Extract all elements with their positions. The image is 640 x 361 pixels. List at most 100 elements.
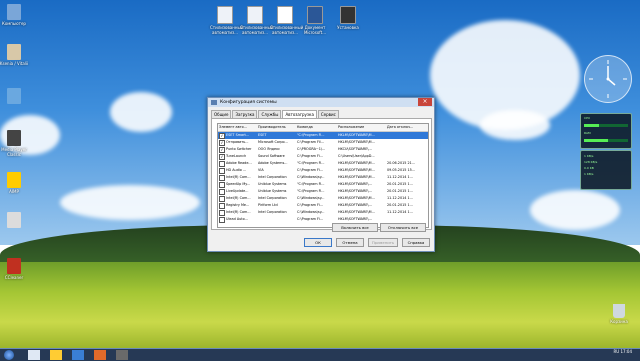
ram-label: RAM — [584, 131, 591, 135]
shortcut-icon — [7, 130, 21, 146]
column-header[interactable]: Расположение — [337, 124, 386, 131]
column-header[interactable]: Дата отключ... — [386, 124, 427, 131]
tab-Общие[interactable]: Общие — [211, 110, 232, 118]
table-row[interactable]: Adobe Reade... Adobe Systems... "C:\Progra… — [218, 160, 428, 167]
taskbar-app-button[interactable] — [116, 350, 128, 360]
table-cell: Registry Me... — [218, 202, 257, 209]
table-row[interactable]: ✓ ESET Smart... ESET "C:\Program Fi... HKLM\… — [218, 132, 428, 139]
tab-Службы[interactable]: Службы — [258, 110, 282, 118]
startup-item-name: Ulead Auto... — [226, 217, 248, 221]
table-row[interactable]: Registry Me... Piriform Ltd C:\Program Fi.… — [218, 202, 428, 209]
taskbar-app-button[interactable] — [72, 350, 84, 360]
desktop-shortcut[interactable]: Стилизованный автоматиз... — [270, 6, 303, 35]
desktop-shortcut[interactable]: Ksenia / Vitalii — [0, 44, 32, 66]
table-cell: HKLM\SOFTWARE\M... — [338, 133, 375, 137]
startup-checkbox[interactable] — [219, 209, 225, 216]
help-button[interactable]: Справка — [402, 238, 430, 247]
startup-checkbox[interactable]: ✓ — [219, 146, 225, 153]
ok-button[interactable]: ОК — [304, 238, 332, 247]
network-readout: 1 KB/s — [584, 172, 594, 176]
startup-checkbox[interactable] — [219, 160, 225, 167]
cpu-ram-meter-gadget[interactable]: CPU RAM — [580, 113, 632, 149]
column-header[interactable]: Команда — [296, 124, 337, 131]
desktop-shortcut[interactable]: Компьютер — [0, 4, 32, 26]
apply-button[interactable]: Применить — [368, 238, 398, 247]
table-row[interactable]: ✓ Отправить... Microsoft Corpo... C:\Progra… — [218, 139, 428, 146]
window-titlebar[interactable]: Конфигурация системы × — [208, 98, 434, 107]
app-icon — [211, 100, 217, 105]
table-row[interactable]: Intel(R) Com... Intel Corporation C:\Windo… — [218, 209, 428, 216]
tab-Сервис[interactable]: Сервис — [317, 110, 339, 118]
desktop-shortcut[interactable]: Документ Microsoft... — [300, 6, 330, 35]
column-header[interactable]: Производитель — [257, 124, 296, 131]
table-row[interactable]: Intel(R) Com... Intel Corporation C:\Windo… — [218, 174, 428, 181]
tray-language[interactable]: RU — [613, 349, 619, 354]
startup-checkbox[interactable] — [219, 216, 225, 223]
table-cell: C:\Windows\sy... — [297, 196, 325, 200]
shortcut-label: Установка — [337, 25, 359, 30]
table-row[interactable]: Intel(R) Com... Intel Corporation C:\Windo… — [218, 195, 428, 202]
network-meter-gadget[interactable]: 1 KB/s 128 KB/s 0.0 KB 1 KB/s — [580, 150, 632, 190]
startup-checkbox[interactable]: ✓ — [219, 139, 225, 146]
startup-item-name: SpeedUp My... — [226, 182, 251, 186]
tab-Загрузка[interactable]: Загрузка — [232, 110, 258, 118]
table-row[interactable]: LiveUpdate... Uniblue Systems "C:\Program … — [218, 188, 428, 195]
table-row[interactable]: SpeedUp My... Uniblue Systems "C:\Program … — [218, 181, 428, 188]
enable-all-button[interactable]: Включить все — [332, 223, 378, 232]
table-row[interactable]: ✓ Punto Switcher ООО Яндекс C:\PROGRA~1\...… — [218, 146, 428, 153]
table-cell: "C:\Program Fi... — [297, 182, 325, 186]
recycle-bin-shortcut[interactable]: Корзина — [604, 304, 634, 324]
column-header[interactable]: Элемент авто... — [218, 124, 257, 131]
start-button[interactable] — [4, 350, 14, 360]
table-cell: HKLM\SOFTWARE\M... — [338, 168, 375, 172]
table-cell: 20.01.2015 1... — [387, 189, 413, 193]
cancel-button[interactable]: Отмена — [336, 238, 364, 247]
desktop-shortcut[interactable]: Установка — [333, 6, 363, 30]
startup-checkbox[interactable]: ✓ — [219, 153, 225, 160]
desktop-shortcut[interactable]: Стилизованный автоматиз... — [210, 6, 244, 35]
desktop-shortcut[interactable]: CCleaner — [0, 258, 32, 280]
startup-checkbox[interactable] — [219, 188, 225, 195]
startup-checkbox[interactable] — [219, 181, 225, 188]
taskbar-app-button[interactable] — [50, 350, 62, 360]
meadow — [0, 262, 640, 348]
tray-time: 17:04 — [620, 349, 632, 354]
clock-gadget[interactable] — [584, 55, 632, 103]
shortcut-label: Стилизованный автоматиз... — [210, 25, 244, 35]
startup-checkbox[interactable] — [219, 167, 225, 174]
tab-Автозагрузка[interactable]: Автозагрузка — [282, 110, 317, 118]
table-cell — [257, 216, 296, 223]
taskbar-app-button[interactable] — [94, 350, 106, 360]
table-cell: 20.01.2015 1... — [387, 203, 413, 207]
desktop-shortcut[interactable]: Стилизованный автоматиз... — [240, 6, 273, 35]
tab-strip: Общие Загрузка Службы Автозагрузка Сервис — [211, 110, 340, 118]
table-cell: 09.05.2015 15... — [387, 168, 416, 172]
desktop-shortcut[interactable] — [0, 88, 32, 105]
startup-checkbox[interactable] — [219, 174, 225, 181]
shortcut-label: Компьютер — [2, 21, 26, 26]
startup-item-name: Registry Me... — [226, 203, 250, 207]
table-body: ✓ ESET Smart... ESET "C:\Program Fi... HKLM\… — [218, 132, 428, 223]
table-row[interactable]: ✓ TuneLaunch Sound Software C:\Program Fi..… — [218, 153, 428, 160]
ram-bar — [584, 139, 628, 142]
tray-clock[interactable]: RU 17:04 — [613, 349, 632, 354]
startup-checkbox[interactable]: ✓ — [219, 132, 225, 139]
table-row[interactable]: Ulead Auto... C:\Program Fi... HKLM\SOFTWA… — [218, 216, 428, 223]
shortcut-label: AIMP — [9, 189, 19, 194]
startup-checkbox[interactable] — [219, 202, 225, 209]
startup-checkbox[interactable] — [219, 195, 225, 202]
table-cell: C:\Program Fi... — [297, 203, 323, 207]
desktop-shortcut[interactable]: Media Player Classic — [0, 130, 32, 157]
disable-all-button[interactable]: Отключить все — [380, 223, 426, 232]
table-cell: 20.01.2015 1... — [387, 182, 413, 186]
table-cell — [386, 146, 427, 153]
desktop-shortcut[interactable]: AIMP — [0, 172, 32, 194]
startup-item-name: Intel(R) Com... — [226, 196, 251, 200]
table-cell: Ulead Auto... — [218, 216, 257, 223]
table-cell: HD Audio ... — [218, 167, 257, 174]
document-icon — [307, 6, 323, 24]
close-button[interactable]: × — [418, 98, 432, 106]
taskbar-app-button[interactable] — [28, 350, 40, 360]
table-row[interactable]: HD Audio ... VIA C:\Program Fi... HKLM\SOFT… — [218, 167, 428, 174]
desktop-shortcut[interactable] — [0, 212, 32, 229]
